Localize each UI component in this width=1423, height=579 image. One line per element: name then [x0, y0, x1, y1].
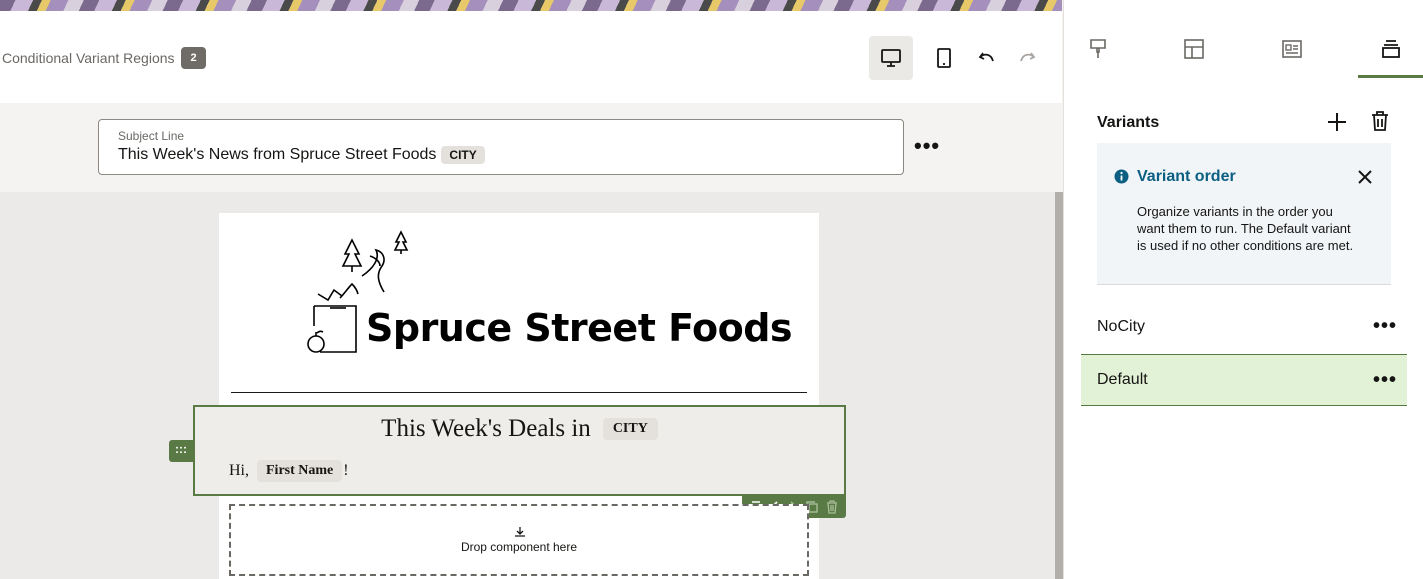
tab-layout[interactable] [1162, 38, 1226, 78]
plus-icon[interactable] [1326, 111, 1348, 133]
variants-icon [1382, 40, 1400, 58]
desktop-icon [881, 49, 901, 67]
deals-heading: This Week's Deals in CITY [195, 415, 844, 443]
subject-line-value: This Week's News from Spruce Street Food… [118, 146, 485, 164]
header-banner [0, 0, 1062, 11]
undo-icon [978, 52, 994, 62]
tab-content[interactable] [1260, 38, 1324, 78]
subject-text: This Week's News from Spruce Street Food… [118, 146, 437, 163]
variant-label: NoCity [1097, 318, 1146, 335]
city-token[interactable]: CITY [441, 146, 485, 164]
desktop-view-button[interactable] [869, 36, 913, 80]
greeting-prefix: Hi, [229, 462, 249, 479]
download-icon [515, 527, 525, 537]
redo-icon [1020, 52, 1036, 62]
delete-icon[interactable] [825, 500, 839, 514]
tab-variants[interactable] [1358, 38, 1423, 78]
variant-order-info: Variant order Organize variants in the o… [1097, 143, 1391, 285]
undo-button[interactable] [965, 36, 1009, 80]
greeting-suffix: ! [343, 462, 349, 479]
info-text: Organize variants in the order you want … [1137, 204, 1354, 253]
subject-band: Subject Line This Week's News from Spruc… [0, 103, 1062, 192]
drop-zone[interactable]: Drop component here [229, 504, 809, 576]
divider [231, 392, 807, 393]
count-badge: 2 [181, 47, 206, 69]
mobile-icon [937, 48, 951, 68]
panel-title: Variants [1097, 114, 1160, 131]
brand-name: Spruce Street Foods [366, 306, 793, 350]
subject-line-field[interactable]: Subject Line This Week's News from Spruc… [98, 119, 904, 175]
variant-item-nocity[interactable]: NoCity ••• [1081, 301, 1407, 353]
paint-icon [1090, 39, 1106, 58]
drag-handle-icon[interactable]: ::: [169, 440, 193, 462]
tab-styles[interactable] [1066, 38, 1130, 78]
city-token[interactable]: CITY [602, 418, 658, 440]
right-panel: Variants Variant order Organize variants… [1063, 0, 1423, 579]
first-name-token[interactable]: First Name [257, 460, 343, 482]
variant-label: Default [1097, 371, 1148, 388]
layout-icon [1184, 39, 1204, 59]
greeting: Hi, First Name ! [229, 460, 349, 482]
close-icon[interactable] [1356, 168, 1374, 186]
info-title: Variant order [1137, 168, 1236, 185]
more-icon[interactable]: ••• [1373, 315, 1397, 338]
more-icon[interactable]: ••• [914, 133, 940, 159]
content-icon [1282, 40, 1302, 58]
selected-text-block[interactable]: This Week's Deals in CITY Hi, First Name… [193, 405, 846, 496]
redo-button[interactable] [1005, 36, 1049, 80]
trash-icon[interactable] [1369, 110, 1391, 132]
deals-heading-text: This Week's Deals in [381, 415, 591, 442]
more-icon[interactable]: ••• [1373, 369, 1397, 392]
mobile-view-button[interactable] [922, 36, 966, 80]
subject-line-label: Subject Line [118, 129, 185, 143]
variant-item-default[interactable]: Default ••• [1081, 354, 1407, 406]
breadcrumb[interactable]: Conditional Variant Regions [2, 50, 175, 66]
editor-header: Conditional Variant Regions 2 [0, 11, 1062, 103]
drop-text: Drop component here [460, 540, 578, 554]
canvas-scrollbar[interactable] [1055, 192, 1063, 579]
info-icon [1114, 169, 1129, 184]
